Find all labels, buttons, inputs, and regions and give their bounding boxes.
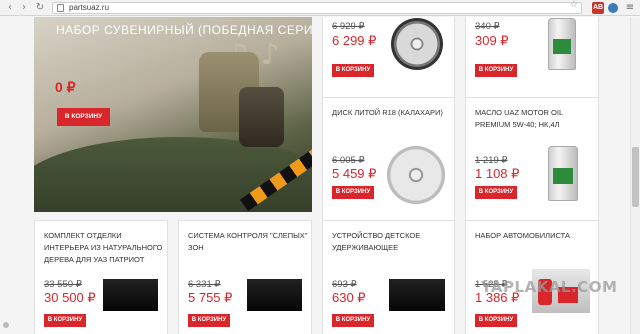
oil-canister-image <box>548 146 578 201</box>
product-card[interactable]: ДИСК ЛИТОЙ R18 (КАЛАХАРИ) 6 005 ₽ 5 459 … <box>322 97 455 225</box>
price: 5 755 ₽ <box>188 290 233 305</box>
adblock-extension-icon[interactable]: AB <box>592 2 604 14</box>
sensor-image <box>247 279 302 311</box>
product-name[interactable]: КОМПЛЕКТ ОТДЕЛКИ ИНТЕРЬЕРА ИЗ НАТУРАЛЬНО… <box>44 230 166 266</box>
add-to-cart-button[interactable]: В КОРЗИНУ <box>188 314 230 327</box>
product-name[interactable]: СИСТЕМА КОНТРОЛЯ "СЛЕПЫХ" ЗОН <box>188 230 310 254</box>
url-text[interactable]: partsuaz.ru <box>69 3 109 13</box>
old-price: 340 ₽ <box>475 21 500 32</box>
scrollbar[interactable] <box>630 17 640 334</box>
old-price: 1 219 ₽ <box>475 155 508 166</box>
address-bar[interactable]: partsuaz.ru <box>52 2 582 14</box>
add-to-cart-button[interactable]: В КОРЗИНУ <box>44 314 86 327</box>
price: 309 ₽ <box>475 33 509 48</box>
wheel-image <box>387 146 445 204</box>
corner-dot <box>3 322 9 328</box>
product-card[interactable]: УСТРОЙСТВО ДЕТСКОЕ УДЕРЖИВАЮЩЕЕ 693 ₽ 63… <box>322 220 455 334</box>
banner-price: 0 ₽ <box>55 79 76 95</box>
child-seat-device-image <box>389 279 445 311</box>
interior-image <box>103 279 158 311</box>
wheel-image <box>391 18 443 70</box>
price: 30 500 ₽ <box>44 290 96 305</box>
forward-icon[interactable]: › <box>18 2 30 14</box>
banner-title: НАБОР СУВЕНИРНЫЙ (ПОБЕДНАЯ СЕРИЯ) <box>56 23 312 37</box>
product-name[interactable]: ДИСК ЛИТОЙ R18 (КАЛАХАРИ) <box>332 107 454 119</box>
back-icon[interactable]: ‹ <box>4 2 16 14</box>
product-name[interactable]: УСТРОЙСТВО ДЕТСКОЕ УДЕРЖИВАЮЩЕЕ <box>332 230 454 254</box>
add-to-cart-button[interactable]: В КОРЗИНУ <box>332 314 374 327</box>
oil-canister-image <box>548 18 576 70</box>
add-to-cart-button[interactable]: В КОРЗИНУ <box>475 186 517 199</box>
flask-image <box>239 87 284 147</box>
add-to-cart-button[interactable]: В КОРЗИНУ <box>475 314 517 327</box>
price: 1 108 ₽ <box>475 166 520 181</box>
product-name[interactable]: МАСЛО UAZ MOTOR OIL PREMIUM 5W-40; НК,4Л <box>475 107 597 131</box>
reload-icon[interactable]: ↻ <box>34 2 46 14</box>
product-card[interactable]: СИСТЕМА КОНТРОЛЯ "СЛЕПЫХ" ЗОН 6 331 ₽ 5 … <box>178 220 312 334</box>
product-card[interactable]: НАБОР АВТОМОБИЛИСТА 1 525 ₽ 1 386 ₽ В КО… <box>465 220 599 334</box>
add-to-cart-button[interactable]: В КОРЗИНУ <box>332 64 374 77</box>
old-price: 33 550 ₽ <box>44 279 82 290</box>
price: 630 ₽ <box>332 290 366 305</box>
product-card[interactable]: 6 929 ₽ 6 299 ₽ В КОРЗИНУ <box>322 17 455 103</box>
product-card[interactable]: 340 ₽ 309 ₽ В КОРЗИНУ <box>465 17 599 103</box>
promo-banner[interactable]: ♫ ♪ НАБОР СУВЕНИРНЫЙ (ПОБЕДНАЯ СЕРИЯ) 0 … <box>34 17 312 212</box>
product-card[interactable]: МАСЛО UAZ MOTOR OIL PREMIUM 5W-40; НК,4Л… <box>465 97 599 225</box>
car-hood-image <box>34 137 312 212</box>
add-to-cart-button[interactable]: В КОРЗИНУ <box>475 64 517 77</box>
banner-add-to-cart-button[interactable]: В КОРЗИНУ <box>57 108 110 126</box>
scrollbar-thumb[interactable] <box>632 147 639 207</box>
browser-toolbar: ‹ › ↻ partsuaz.ru ☆ AB ≡ <box>0 0 640 16</box>
add-to-cart-button[interactable]: В КОРЗИНУ <box>332 186 374 199</box>
old-price: 6 005 ₽ <box>332 155 365 166</box>
price: 5 459 ₽ <box>332 166 377 181</box>
product-name[interactable]: НАБОР АВТОМОБИЛИСТА <box>475 230 597 242</box>
old-price: 6 331 ₽ <box>188 279 221 290</box>
bookmark-star-icon[interactable]: ☆ <box>570 0 578 10</box>
extension-icon[interactable] <box>608 3 618 13</box>
old-price: 6 929 ₽ <box>332 21 365 32</box>
menu-icon[interactable]: ≡ <box>624 2 636 14</box>
price: 6 299 ₽ <box>332 33 377 48</box>
watermark-text: YAPLAKAL.COM <box>481 278 618 296</box>
old-price: 693 ₽ <box>332 279 357 290</box>
product-card[interactable]: КОМПЛЕКТ ОТДЕЛКИ ИНТЕРЬЕРА ИЗ НАТУРАЛЬНО… <box>34 220 168 334</box>
page-icon <box>57 4 64 12</box>
